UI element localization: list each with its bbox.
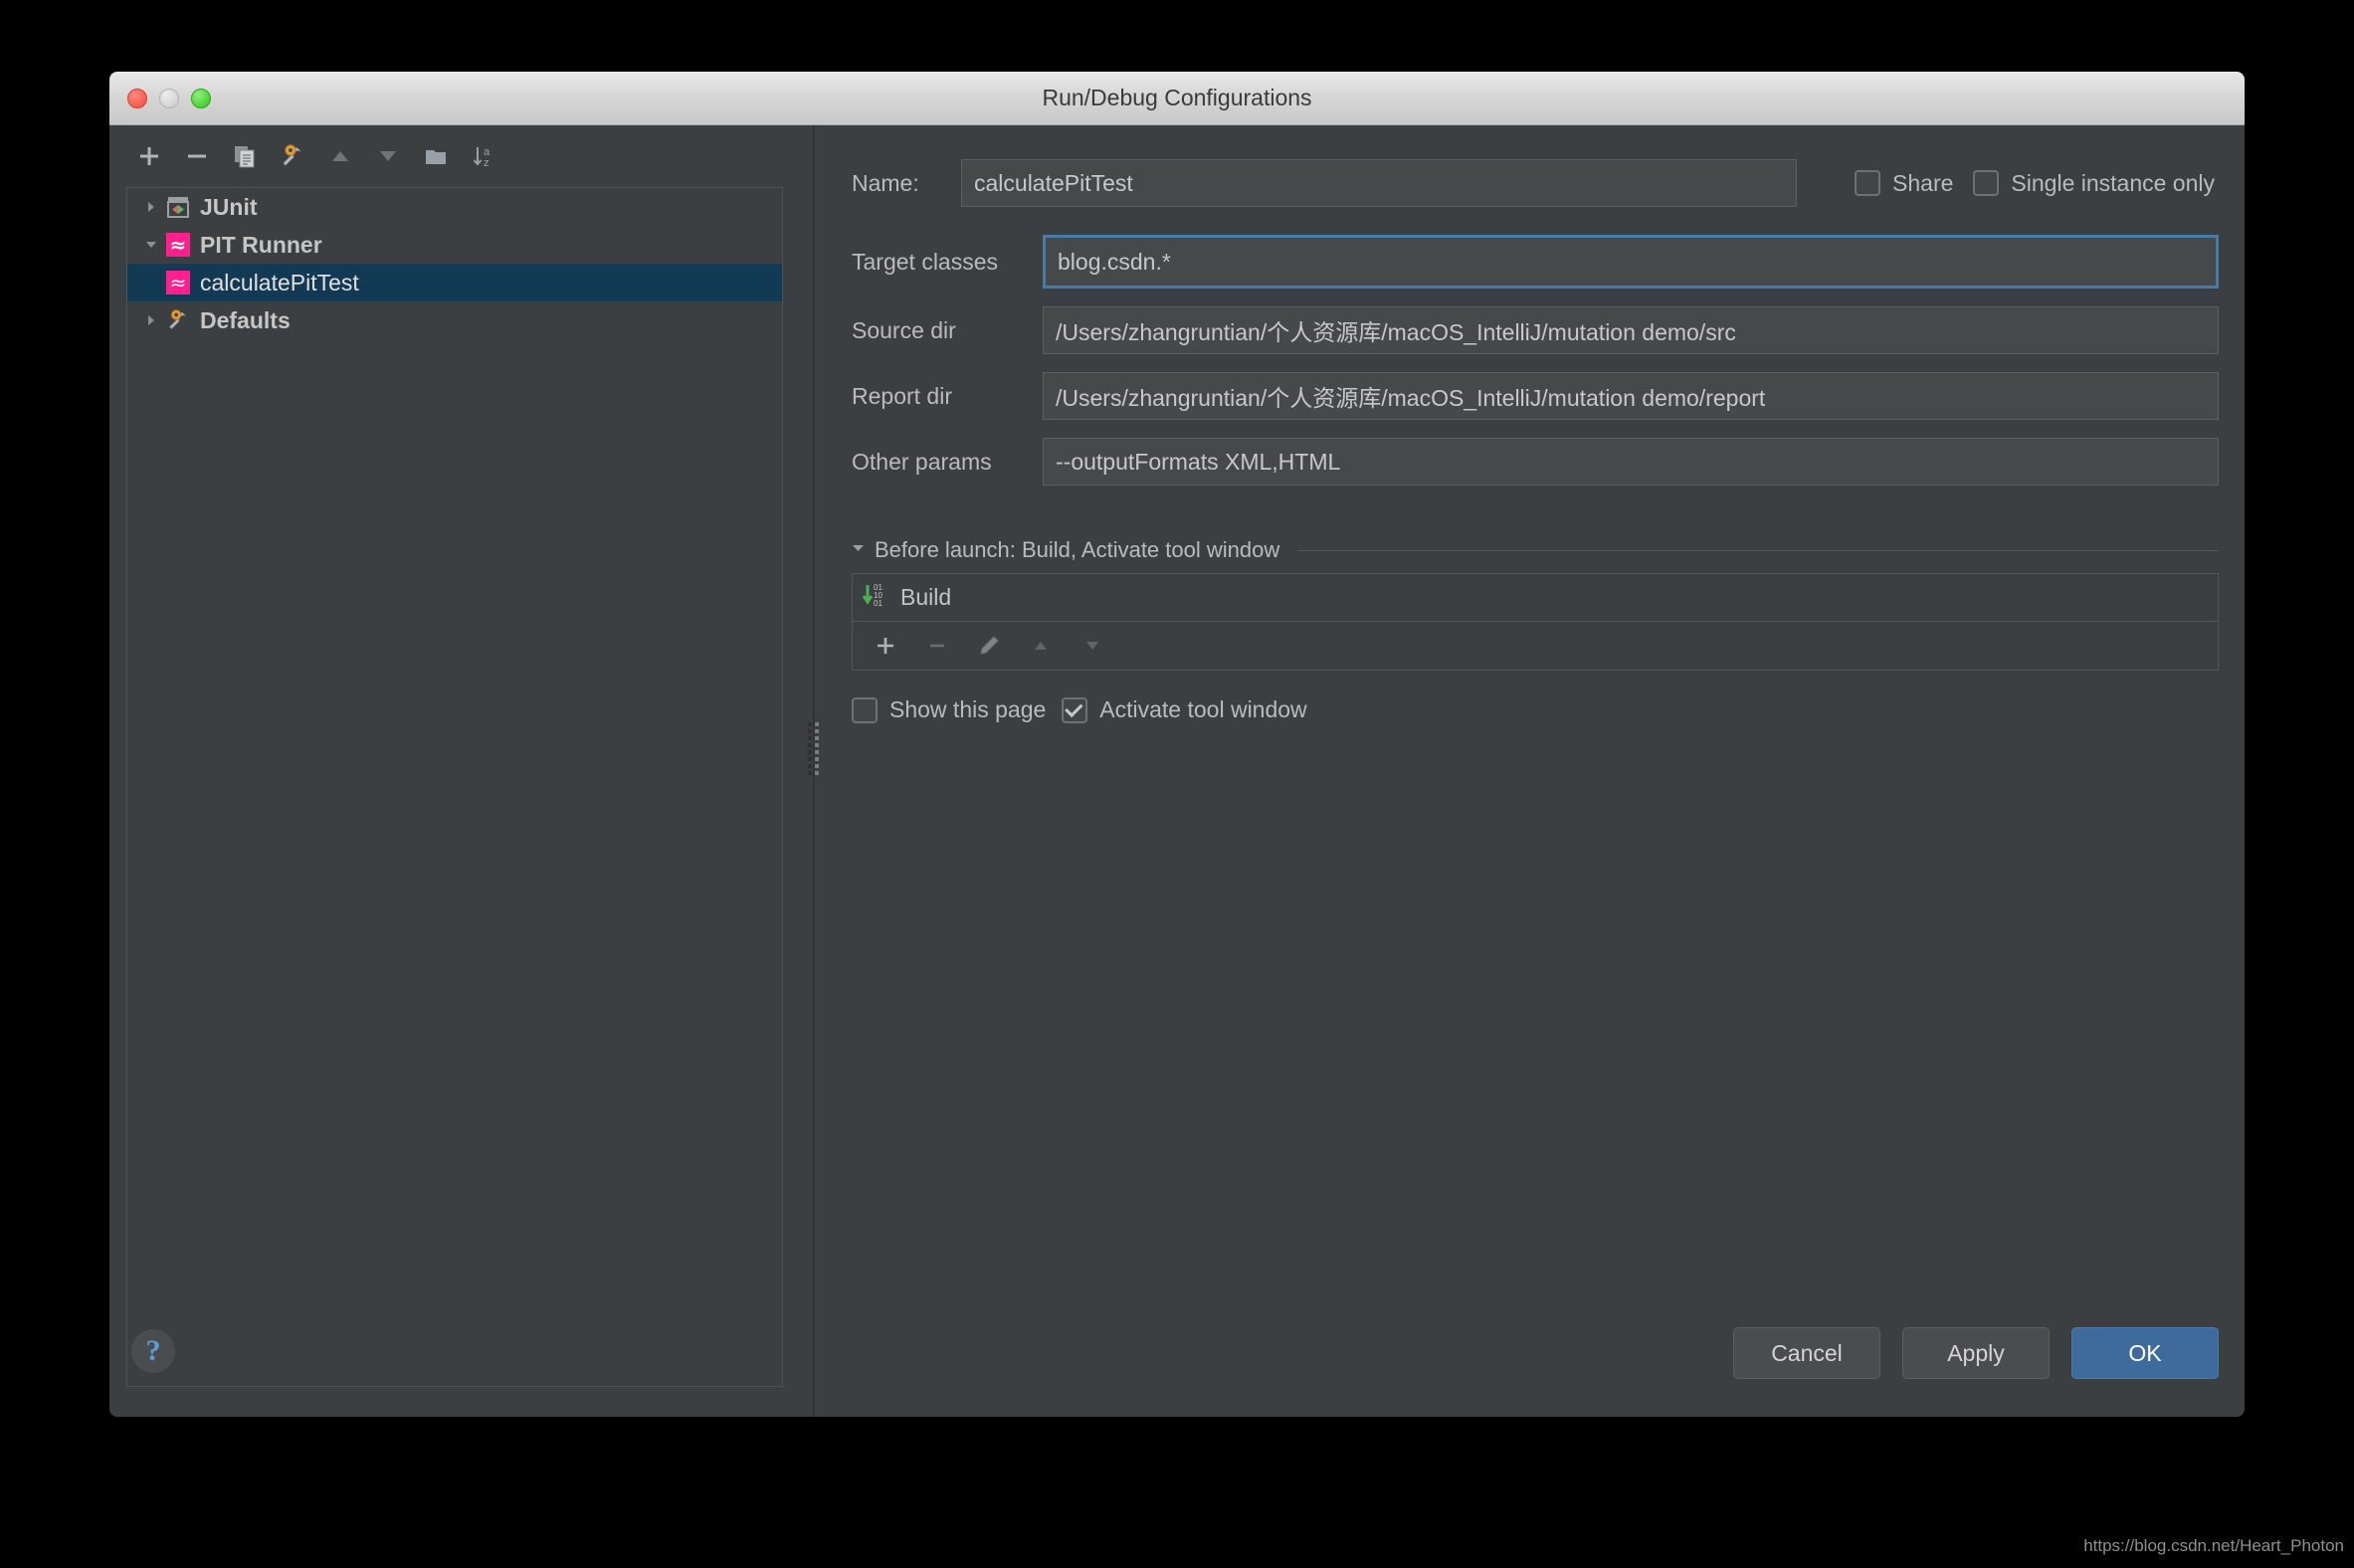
- other-params-label: Other params: [852, 448, 992, 475]
- configurations-tree[interactable]: JUnit ≈ PIT Runner ≈ calculatePitTest De…: [126, 187, 783, 1387]
- source-dir-input[interactable]: /Users/zhangruntian/个人资源库/macOS_IntelliJ…: [1043, 306, 2219, 354]
- tree-item-label: Defaults: [200, 306, 291, 333]
- remove-configuration-button[interactable]: [173, 134, 221, 178]
- before-launch-divider: [1297, 549, 2219, 551]
- tree-item-pit-runner[interactable]: ≈ PIT Runner: [127, 226, 782, 264]
- splitter-grip[interactable]: [808, 722, 820, 780]
- window-title: Run/Debug Configurations: [1042, 85, 1312, 110]
- wrench-icon: [165, 308, 191, 332]
- dialog-bottom-bar: ? Cancel Apply OK: [109, 1313, 2245, 1417]
- window-controls: [127, 88, 211, 108]
- name-input[interactable]: calculatePitTest: [961, 159, 1797, 207]
- single-instance-checkbox-wrap[interactable]: Single instance only: [1973, 170, 2215, 197]
- remove-task-button: [914, 626, 960, 666]
- target-classes-label: Target classes: [852, 248, 999, 275]
- dialog-buttons: Cancel Apply OK: [1733, 1327, 2219, 1379]
- move-up-button[interactable]: [316, 134, 364, 178]
- share-checkbox-wrap[interactable]: Share: [1855, 170, 1953, 197]
- chevron-right-icon[interactable]: [137, 200, 165, 214]
- share-checkbox[interactable]: [1855, 170, 1881, 196]
- copy-configuration-button[interactable]: [221, 134, 269, 178]
- report-dir-input[interactable]: /Users/zhangruntian/个人资源库/macOS_IntelliJ…: [1043, 372, 2219, 420]
- share-label: Share: [1892, 169, 1954, 196]
- close-window-button[interactable]: [127, 88, 147, 108]
- target-classes-row: Target classes blog.csdn.*: [852, 235, 2219, 289]
- new-folder-button[interactable]: [412, 134, 460, 178]
- source-dir-row: Source dir /Users/zhangruntian/个人资源库/mac…: [852, 306, 2219, 354]
- show-this-page-label: Show this page: [889, 696, 1047, 722]
- watermark: https://blog.csdn.net/Heart_Photon: [2083, 1536, 2344, 1555]
- dialog-body: a z JUnit ≈ PIT Runner ≈ calculatePitTes…: [109, 125, 2245, 1417]
- show-this-page-checkbox-wrap[interactable]: Show this page: [852, 696, 1046, 723]
- build-icon: 01 10 01: [861, 580, 890, 616]
- move-down-button[interactable]: [364, 134, 412, 178]
- cancel-button[interactable]: Cancel: [1733, 1327, 1880, 1379]
- name-row-options: Share Single instance only: [1855, 170, 2219, 197]
- pit-icon: ≈: [165, 233, 191, 257]
- show-this-page-checkbox[interactable]: [852, 696, 878, 723]
- tree-item-junit[interactable]: JUnit: [127, 188, 782, 226]
- tree-item-label: JUnit: [200, 193, 258, 220]
- chevron-right-icon[interactable]: [137, 313, 165, 327]
- report-dir-label: Report dir: [852, 382, 952, 409]
- minimize-window-button[interactable]: [159, 88, 179, 108]
- configuration-editor: Name: calculatePitTest Share Single inst…: [828, 125, 2245, 1417]
- add-task-button[interactable]: [863, 626, 908, 666]
- wrench-icon[interactable]: [269, 134, 316, 178]
- tree-item-calculate-pit-test[interactable]: ≈ calculatePitTest: [127, 264, 782, 301]
- activate-tool-window-checkbox[interactable]: [1062, 696, 1088, 723]
- task-move-down-button: [1070, 626, 1115, 666]
- apply-button[interactable]: Apply: [1902, 1327, 2050, 1379]
- other-params-input[interactable]: --outputFormats XML,HTML: [1043, 438, 2219, 486]
- before-launch-task-list[interactable]: 01 10 01 Build: [852, 573, 2219, 671]
- target-classes-input[interactable]: blog.csdn.*: [1043, 235, 2219, 289]
- before-launch-options: Show this page Activate tool window: [852, 696, 2219, 723]
- run-debug-configurations-dialog: Run/Debug Configurations a z JUnit ≈ PIT…: [109, 72, 2245, 1417]
- svg-text:z: z: [484, 157, 490, 169]
- before-launch-section: Before launch: Build, Activate tool wind…: [852, 537, 2219, 723]
- single-instance-checkbox[interactable]: [1973, 170, 2000, 196]
- chevron-down-icon[interactable]: [852, 541, 865, 559]
- sort-az-icon[interactable]: a z: [460, 134, 507, 178]
- before-launch-task-build[interactable]: 01 10 01 Build: [853, 574, 2218, 622]
- pit-icon: ≈: [165, 271, 191, 294]
- report-dir-row: Report dir /Users/zhangruntian/个人资源库/mac…: [852, 372, 2219, 420]
- name-label: Name:: [852, 169, 919, 196]
- name-row: Name: calculatePitTest Share Single inst…: [852, 159, 2219, 207]
- task-move-up-button: [1018, 626, 1064, 666]
- single-instance-label: Single instance only: [2011, 169, 2215, 196]
- tree-item-defaults[interactable]: Defaults: [127, 301, 782, 339]
- maximize-window-button[interactable]: [191, 88, 211, 108]
- tree-item-label: calculatePitTest: [200, 269, 359, 295]
- svg-text:01: 01: [874, 599, 883, 608]
- window-titlebar: Run/Debug Configurations: [109, 72, 2245, 125]
- junit-icon: [165, 195, 191, 219]
- before-launch-title: Before launch: Build, Activate tool wind…: [875, 537, 1280, 562]
- add-configuration-button[interactable]: [125, 134, 173, 178]
- source-dir-label: Source dir: [852, 316, 956, 343]
- activate-tool-window-label: Activate tool window: [1099, 696, 1307, 722]
- ok-button[interactable]: OK: [2071, 1327, 2219, 1379]
- edit-task-button: [966, 626, 1012, 666]
- chevron-down-icon[interactable]: [137, 238, 165, 252]
- configurations-panel: a z JUnit ≈ PIT Runner ≈ calculatePitTes…: [109, 125, 800, 1417]
- panel-splitter[interactable]: [800, 125, 828, 1417]
- before-launch-actions: [853, 622, 2218, 670]
- tree-item-label: PIT Runner: [200, 231, 322, 258]
- activate-tool-window-checkbox-wrap[interactable]: Activate tool window: [1062, 696, 1307, 723]
- before-launch-header[interactable]: Before launch: Build, Activate tool wind…: [852, 537, 2219, 563]
- other-params-row: Other params --outputFormats XML,HTML: [852, 438, 2219, 486]
- before-launch-task-label: Build: [900, 584, 952, 610]
- help-button[interactable]: ?: [131, 1329, 175, 1373]
- tree-toolbar: a z: [109, 125, 800, 187]
